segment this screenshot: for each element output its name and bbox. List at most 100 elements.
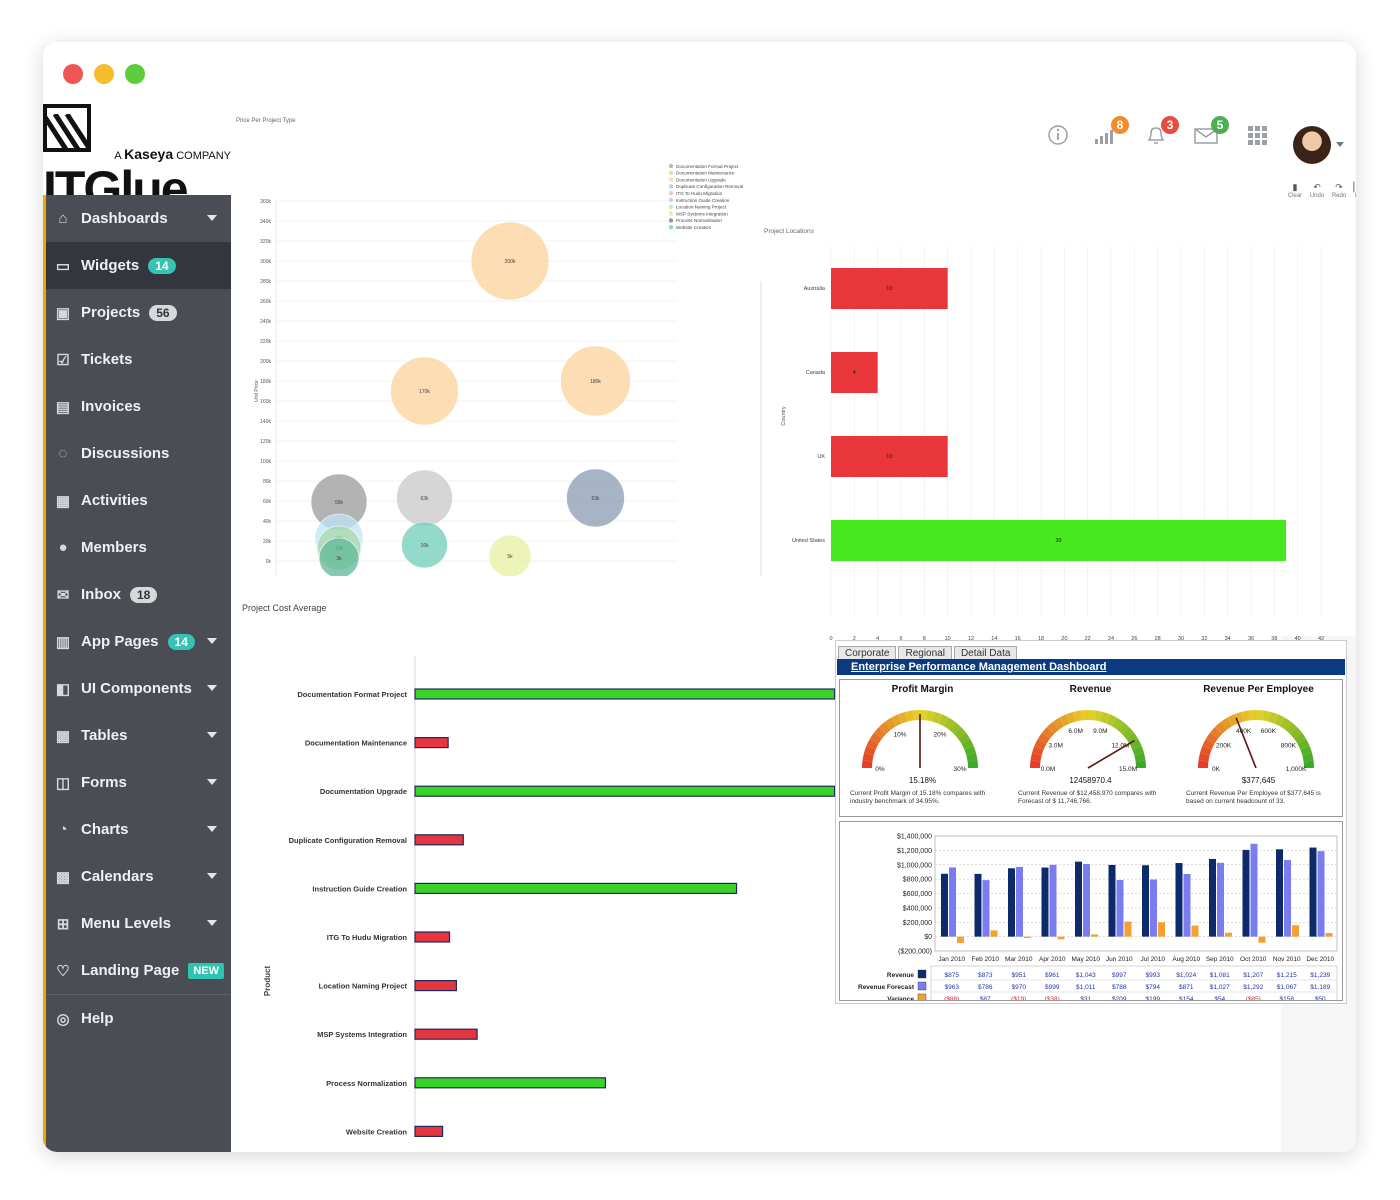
cost-bar[interactable] [414, 785, 836, 797]
cost-bar[interactable] [414, 1125, 444, 1138]
company-logo[interactable]: ITGlue A Kaseya COMPANY [43, 100, 233, 217]
bell-icon[interactable]: 3 [1141, 116, 1179, 154]
revenue-bar[interactable] [1209, 858, 1216, 937]
avatar-caret-icon[interactable] [1336, 142, 1344, 147]
info-icon[interactable] [1043, 124, 1073, 154]
cost-bar[interactable] [414, 1028, 478, 1040]
revenue-bar[interactable] [1191, 925, 1199, 937]
revenue-bar[interactable] [1108, 864, 1116, 937]
cost-bar[interactable] [414, 1077, 607, 1089]
y-tick-label: $1,400,000 [897, 834, 932, 841]
cost-bar[interactable] [414, 834, 464, 846]
sidebar-item-projects[interactable]: ▣ Projects 56 [46, 289, 231, 336]
grid-icon[interactable] [1243, 124, 1273, 154]
revenue-bar[interactable] [1183, 874, 1191, 937]
cost-bar[interactable] [414, 931, 451, 943]
revenue-bar[interactable] [1225, 932, 1232, 937]
minimize-window-button[interactable] [94, 64, 114, 84]
y-tick-label: $1,200,000 [897, 848, 932, 855]
revenue-bar[interactable] [1057, 936, 1065, 940]
close-window-button[interactable] [63, 64, 83, 84]
legend-entry[interactable]: Website Creation [676, 225, 712, 230]
revenue-bar[interactable] [1024, 936, 1031, 938]
user-avatar[interactable] [1293, 126, 1331, 164]
revenue-bar[interactable] [982, 880, 990, 937]
more-icon[interactable]: ▏E [1345, 182, 1356, 199]
sidebar-item-members[interactable]: ● Members [46, 524, 231, 571]
revenue-bar[interactable] [1242, 849, 1250, 937]
legend-entry[interactable]: Duplicate Configuration Removal [676, 184, 743, 189]
revenue-bar[interactable] [1116, 879, 1124, 937]
sidebar-item-calendars[interactable]: ▩ Calendars [46, 853, 231, 900]
sidebar-item-ui-components[interactable]: ◧ UI Components [46, 665, 231, 712]
revenue-bar[interactable] [1258, 936, 1266, 943]
revenue-bar[interactable] [1091, 934, 1098, 937]
gauge-tick-label: 6.0M [1068, 728, 1082, 735]
cost-bar[interactable] [414, 737, 449, 749]
sidebar-item-inbox[interactable]: ✉ Inbox 18 [46, 571, 231, 618]
revenue-bar[interactable] [1276, 849, 1283, 937]
bubble-label: 5k [507, 554, 513, 560]
revenue-bar[interactable] [1124, 921, 1132, 937]
sidebar-item-invoices[interactable]: ▤ Invoices [46, 383, 231, 430]
legend-entry[interactable]: ITG To Hudu Migration [676, 191, 723, 196]
revenue-bar[interactable] [1309, 847, 1317, 937]
revenue-bar[interactable] [949, 867, 956, 937]
legend-entry[interactable]: MSP Systems Integration [676, 211, 728, 216]
epm-title[interactable]: Enterprise Performance Management Dashbo… [837, 659, 1345, 675]
legend-entry[interactable]: Documentation Format Project [676, 164, 739, 169]
revenue-bar[interactable] [1217, 862, 1224, 937]
revenue-bar[interactable] [1158, 922, 1165, 937]
revenue-bar[interactable] [957, 936, 964, 943]
revenue-bar[interactable] [1008, 868, 1015, 937]
legend-entry[interactable]: Instruction Guide Creation [676, 198, 730, 203]
maximize-window-button[interactable] [125, 64, 145, 84]
revenue-bar[interactable] [1075, 861, 1082, 937]
legend-entry[interactable]: Documentation Maintenance [676, 171, 735, 176]
series-value: $54 [1214, 996, 1225, 1000]
y-tick-label: 360k [260, 199, 271, 205]
legend-entry[interactable]: Documentation Upgrade [676, 177, 726, 182]
revenue-bar[interactable] [1142, 865, 1149, 937]
revenue-bar[interactable] [1250, 843, 1258, 937]
sidebar-item-tables[interactable]: ▦ Tables [46, 712, 231, 759]
undo-icon[interactable]: ↶ Undo [1305, 182, 1329, 199]
sidebar-badge: 14 [148, 257, 176, 274]
sidebar-item-forms[interactable]: ◫ Forms [46, 759, 231, 806]
sidebar-item-landing-page[interactable]: ♡ Landing Page NEW [46, 947, 231, 994]
sidebar-item-activities[interactable]: ▦ Activities [46, 477, 231, 524]
sidebar-item-menu-levels[interactable]: ⊞ Menu Levels [46, 900, 231, 947]
revenue-bar[interactable] [1175, 863, 1183, 937]
revenue-bar[interactable] [1041, 867, 1049, 937]
cost-bar[interactable] [414, 688, 836, 700]
sidebar-item-widgets[interactable]: ▭ Widgets 14 [46, 242, 231, 289]
cost-bar[interactable] [414, 980, 458, 992]
legend-entry[interactable]: Location Naming Project [676, 205, 727, 210]
revenue-bar[interactable] [974, 873, 982, 937]
revenue-bar[interactable] [1284, 859, 1291, 937]
revenue-bar[interactable] [1016, 866, 1023, 937]
revenue-bar[interactable] [990, 930, 998, 937]
revenue-bar[interactable] [1049, 864, 1057, 937]
gauge-tick-label: 400K [1236, 728, 1252, 735]
sidebar-item-help[interactable]: ◎ Help [46, 995, 231, 1042]
mail-icon[interactable]: 5 [1191, 116, 1229, 154]
legend-entry[interactable]: Process Normalization [676, 218, 722, 223]
sidebar-item-discussions[interactable]: ◌ Discussions [46, 430, 231, 477]
revenue-bar[interactable] [1292, 925, 1299, 937]
gauge-arc-segment [1198, 760, 1209, 768]
sidebar-nav: ⌂ Dashboards ▭ Widgets 14 ▣ Projects 56 ☑ Tickets… [43, 195, 231, 1152]
sidebar-item-charts[interactable]: ◔ Charts [46, 806, 231, 853]
sidebar-item-tickets[interactable]: ☑ Tickets [46, 336, 231, 383]
revenue-bar[interactable] [1083, 863, 1090, 937]
sidebar-item-dashboards[interactable]: ⌂ Dashboards [46, 195, 231, 242]
signal-icon[interactable]: 8 [1091, 116, 1129, 154]
revenue-bar[interactable] [1325, 933, 1333, 937]
cost-bar[interactable] [414, 882, 738, 894]
gauge-tick-label: 15.0M [1119, 766, 1137, 773]
sidebar-item-app-pages[interactable]: ▥ App Pages 14 [46, 618, 231, 665]
trash-icon[interactable]: ▮ Clear [1283, 182, 1307, 199]
revenue-bar[interactable] [1150, 879, 1157, 937]
revenue-bar[interactable] [1317, 851, 1325, 937]
revenue-bar[interactable] [941, 873, 948, 937]
